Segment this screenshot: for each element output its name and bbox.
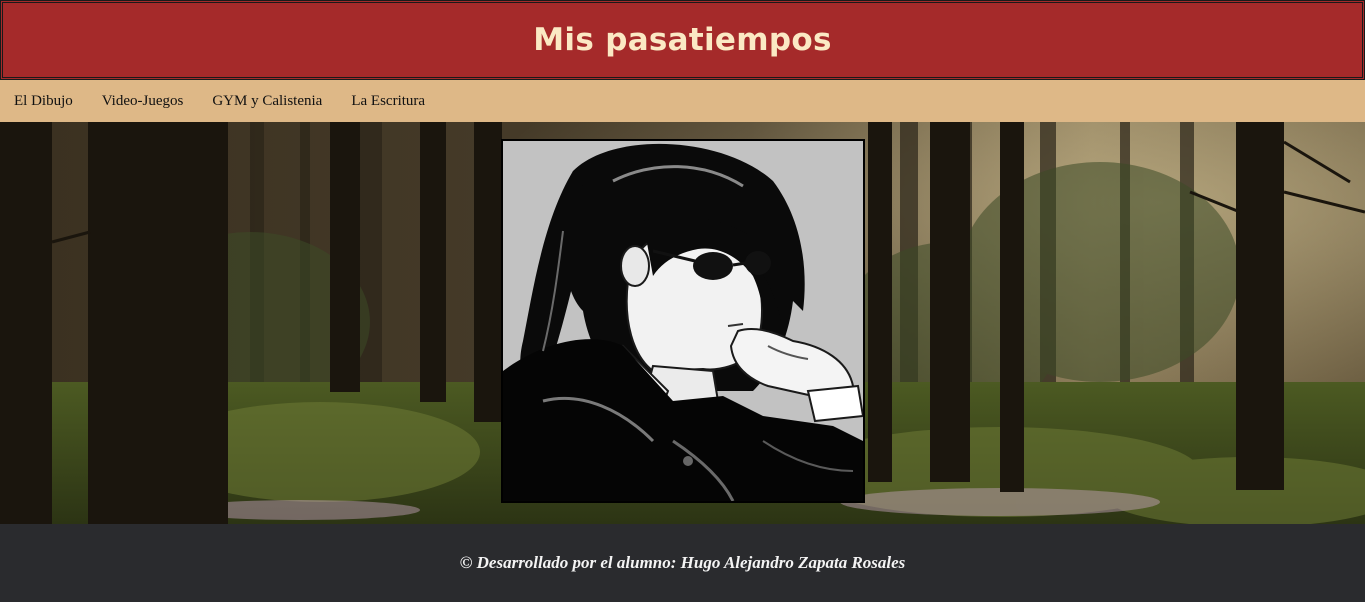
anime-portrait-illustration xyxy=(503,141,863,501)
main-content xyxy=(0,122,1365,524)
main-nav: El Dibujo Video-Juegos GYM y Calistenia … xyxy=(0,80,1365,122)
page-title: Mis pasatiempos xyxy=(533,22,832,58)
nav-item-gym-calistenia[interactable]: GYM y Calistenia xyxy=(212,93,322,110)
nav-item-el-dibujo[interactable]: El Dibujo xyxy=(14,93,73,110)
nav-item-la-escritura[interactable]: La Escritura xyxy=(351,93,425,110)
site-header: Mis pasatiempos xyxy=(0,0,1365,80)
nav-item-video-juegos[interactable]: Video-Juegos xyxy=(102,93,184,110)
footer-credits: © Desarrollado por el alumno: Hugo Aleja… xyxy=(459,553,906,572)
featured-drawing-image xyxy=(501,139,865,503)
site-footer: © Desarrollado por el alumno: Hugo Aleja… xyxy=(0,524,1365,602)
